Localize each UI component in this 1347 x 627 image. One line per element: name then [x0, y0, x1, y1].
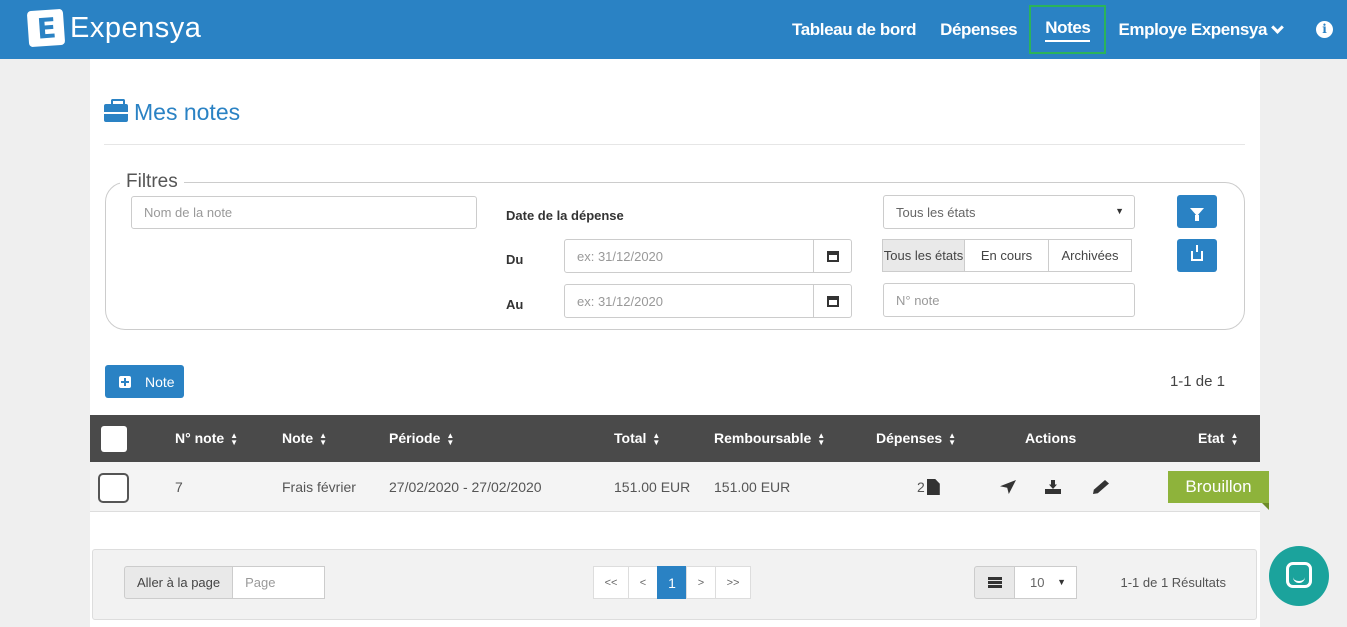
filters-legend: Filtres	[126, 171, 178, 192]
user-name: Employe Expensya	[1118, 19, 1267, 39]
edit-icon[interactable]	[1093, 480, 1109, 494]
nav-notes-label: Notes	[1045, 18, 1091, 42]
export-button[interactable]	[1177, 239, 1217, 272]
sort-icon: ▲ ▼	[1230, 431, 1239, 448]
download-icon[interactable]	[1045, 480, 1061, 494]
calendar-button[interactable]	[813, 285, 851, 317]
tab-all-states[interactable]: Tous les états	[882, 239, 965, 272]
col-reimbursable[interactable]: Remboursable ▲ ▼	[714, 430, 826, 448]
goto-page: Aller à la page Page	[124, 566, 326, 599]
page-size-select[interactable]: 10 ▼	[1015, 566, 1077, 599]
info-icon[interactable]: i	[1316, 21, 1333, 38]
state-select-value: Tous les états	[896, 204, 976, 220]
plus-square-icon	[119, 375, 131, 388]
sort-icon: ▲ ▼	[446, 431, 455, 448]
nav-notes[interactable]: Notes	[1029, 5, 1107, 54]
list-icon	[987, 577, 1002, 588]
current-page-button[interactable]: 1	[657, 566, 687, 599]
tab-in-progress[interactable]: En cours	[964, 239, 1049, 272]
page-title-text: Mes notes	[134, 99, 241, 125]
date-to-placeholder: ex: 31/12/2020	[577, 293, 664, 309]
cell-expenses[interactable]: 2	[917, 479, 940, 495]
download-icon	[1191, 244, 1203, 261]
tab-archived[interactable]: Archivées	[1048, 239, 1132, 272]
document-icon	[926, 479, 940, 495]
status-badge: Brouillon	[1168, 471, 1269, 510]
page-title: Mes notes	[104, 98, 241, 126]
sort-icon: ▲ ▼	[652, 431, 661, 448]
state-select[interactable]: Tous les états ▼	[883, 195, 1135, 229]
col-total[interactable]: Total ▲ ▼	[614, 430, 661, 448]
add-note-label: Note	[145, 373, 175, 390]
first-page-button[interactable]: <<	[593, 566, 629, 599]
pagination-bar: Aller à la page Page << < 1 > >> 10 ▼ 1-…	[92, 549, 1257, 620]
calendar-button[interactable]	[813, 240, 851, 272]
results-summary: 1-1 de 1 Résultats	[1120, 575, 1226, 590]
date-to-input[interactable]: ex: 31/12/2020	[564, 284, 852, 318]
col-expenses[interactable]: Dépenses ▲ ▼	[876, 430, 957, 448]
col-note[interactable]: Note ▲ ▼	[282, 430, 328, 448]
caret-down-icon: ▼	[1057, 577, 1066, 587]
note-name-input[interactable]: Nom de la note	[131, 196, 477, 229]
col-state[interactable]: Etat ▲ ▼	[1198, 430, 1239, 448]
add-note-button[interactable]: Note	[105, 365, 184, 398]
logo[interactable]: Expensya	[26, 8, 202, 48]
divider	[104, 144, 1245, 145]
table-header: N° note ▲ ▼ Note ▲ ▼ Période ▲ ▼ Total ▲ ▼ Rembo…	[90, 415, 1260, 462]
goto-page-input[interactable]: Page	[233, 566, 326, 599]
chevron-down-icon	[1271, 20, 1284, 34]
goto-page-label: Aller à la page	[124, 566, 234, 599]
nav-dashboard[interactable]: Tableau de bord	[780, 20, 928, 40]
sort-icon: ▲ ▼	[319, 431, 328, 448]
chat-widget-button[interactable]	[1269, 546, 1329, 606]
date-from-placeholder: ex: 31/12/2020	[577, 248, 664, 264]
page-size-value: 10	[1030, 575, 1045, 590]
select-all-checkbox[interactable]	[101, 426, 127, 452]
cell-period: 27/02/2020 - 27/02/2020	[389, 479, 542, 495]
state-tabs: Tous les états En cours Archivées	[882, 239, 1132, 272]
cell-reimbursable: 151.00 EUR	[714, 479, 791, 495]
page-buttons: << < 1 > >>	[593, 566, 751, 599]
filter-icon	[1190, 207, 1204, 221]
calendar-icon	[826, 295, 839, 307]
briefcase-icon	[104, 98, 128, 122]
date-from-input[interactable]: ex: 31/12/2020	[564, 239, 852, 273]
top-navbar: Expensya Tableau de bord Dépenses Notes …	[0, 0, 1347, 59]
main-nav: Tableau de bord Dépenses Notes Employe E…	[780, 0, 1347, 59]
list-view-button[interactable]	[974, 566, 1015, 599]
date-label: Date de la dépense	[506, 208, 624, 223]
clear-filters-button[interactable]	[1177, 195, 1217, 228]
main-panel: Mes notes Filtres Nom de la note Date de…	[90, 59, 1269, 627]
cell-number: 7	[175, 479, 183, 495]
cell-total: 151.00 EUR	[614, 479, 691, 495]
col-number[interactable]: N° note ▲ ▼	[175, 430, 239, 448]
to-label: Au	[506, 297, 524, 312]
chat-icon	[1286, 562, 1312, 588]
result-count: 1-1 de 1	[1169, 373, 1225, 390]
send-icon[interactable]	[1000, 480, 1016, 494]
col-period[interactable]: Période ▲ ▼	[389, 430, 455, 448]
col-actions: Actions	[1025, 430, 1077, 446]
user-menu[interactable]: Employe Expensya	[1106, 20, 1294, 40]
calendar-icon	[826, 250, 839, 262]
prev-page-button[interactable]: <	[628, 566, 658, 599]
sort-icon: ▲ ▼	[230, 431, 239, 448]
cell-note: Frais février	[282, 479, 356, 495]
sort-icon: ▲ ▼	[817, 431, 826, 448]
brand-name: Expensya	[70, 11, 202, 44]
last-page-button[interactable]: >>	[715, 566, 751, 599]
next-page-button[interactable]: >	[686, 566, 716, 599]
sort-icon: ▲ ▼	[948, 431, 957, 448]
row-checkbox[interactable]	[98, 473, 129, 503]
expensya-logo-icon	[26, 8, 66, 48]
caret-down-icon: ▼	[1115, 206, 1124, 216]
nav-expenses[interactable]: Dépenses	[928, 20, 1029, 40]
table-row[interactable]: 7 Frais février 27/02/2020 - 27/02/2020 …	[90, 462, 1260, 512]
page-size: 10 ▼	[974, 566, 1077, 599]
from-label: Du	[506, 252, 524, 267]
note-number-input[interactable]: N° note	[883, 283, 1135, 317]
